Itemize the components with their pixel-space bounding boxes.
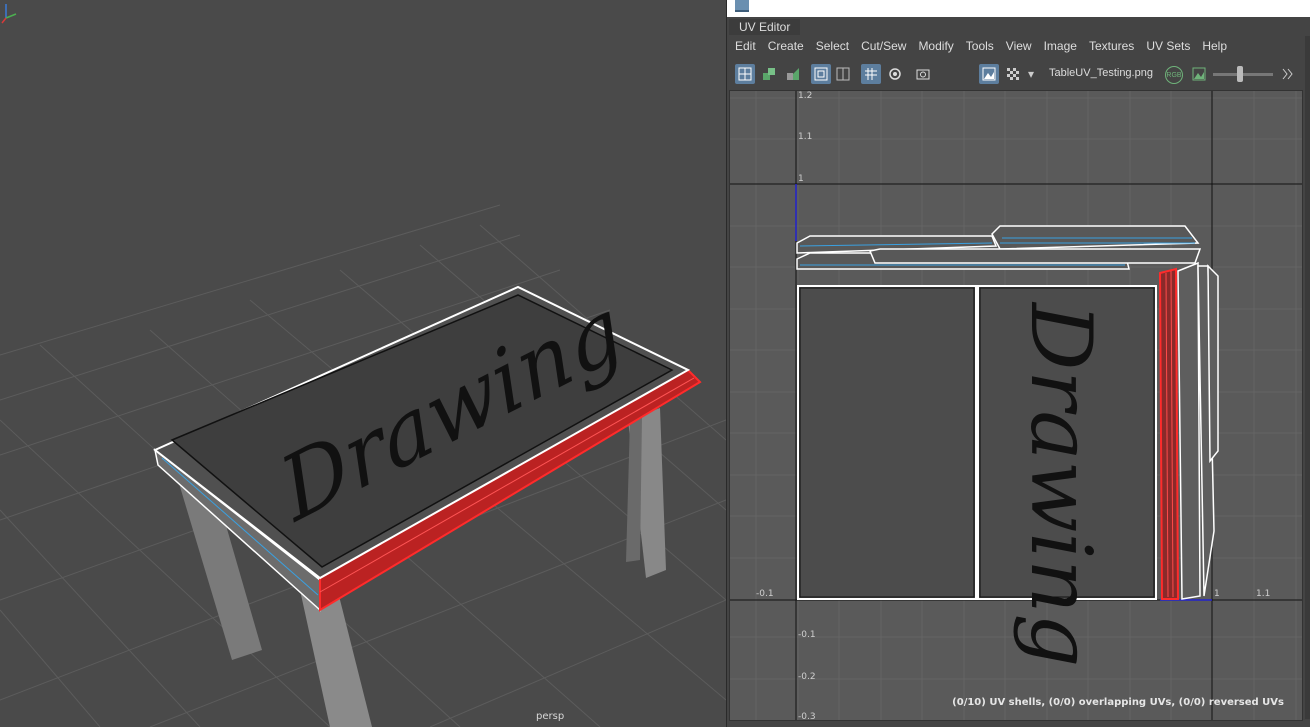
image-name-field[interactable]: TableUV_Testing.png: [1049, 67, 1153, 79]
menu-select[interactable]: Select: [810, 36, 855, 56]
uv-toolbar: ▾ TableUV_Testing.png RGB: [729, 58, 1301, 90]
panel-title[interactable]: UV Editor: [729, 19, 801, 35]
grid-display-icon[interactable]: [811, 64, 831, 84]
checker-icon[interactable]: [1003, 64, 1023, 84]
uv-shells-top: [796, 225, 1202, 270]
pivot-icon[interactable]: [885, 64, 905, 84]
uv-editor-window: UV Editor Edit Create Select Cut/Sew Modify T…: [726, 0, 1310, 727]
selected-uv-shell: [1158, 267, 1180, 600]
v-tick-neg-0-1: -0.1: [798, 630, 816, 640]
uv-texture-drawing-text: Drawing: [1012, 301, 1110, 667]
viewport-scene: Drawing: [0, 204, 726, 727]
frame-icon[interactable]: [833, 64, 853, 84]
menu-create[interactable]: Create: [762, 36, 810, 56]
menu-image[interactable]: Image: [1038, 36, 1083, 56]
axis-gizmo-icon: [1, 4, 17, 24]
v-tick-1-1: 1.1: [798, 132, 813, 142]
snapshot-icon[interactable]: [913, 64, 933, 84]
vertical-scrollbar[interactable]: [1305, 36, 1310, 719]
uv-shells-right: [1177, 261, 1219, 600]
shell-icon[interactable]: [759, 64, 779, 84]
next-icon[interactable]: [1277, 64, 1297, 84]
menu-view[interactable]: View: [1000, 36, 1038, 56]
image-display-icon[interactable]: [979, 64, 999, 84]
v-tick-neg-0-3: -0.3: [798, 712, 816, 721]
u-tick-1-1: 1.1: [1256, 589, 1271, 599]
uv-grid-icon[interactable]: [735, 64, 755, 84]
menu-tools[interactable]: Tools: [960, 36, 1000, 56]
uv-layout: Drawing: [730, 91, 1302, 720]
v-tick-1: 1: [798, 174, 804, 184]
menu-edit[interactable]: Edit: [729, 36, 762, 56]
camera-label: persp: [536, 711, 565, 722]
uv-status-line: (0/10) UV shells, (0/0) overlapping UVs,…: [952, 697, 1284, 708]
perspective-viewport[interactable]: Drawing persp: [0, 0, 726, 727]
menu-cut-sew[interactable]: Cut/Sew: [855, 36, 912, 56]
checker-grid-icon[interactable]: [861, 64, 881, 84]
zoom-slider-thumb[interactable]: [1237, 66, 1243, 82]
window-title-bar[interactable]: [727, 0, 1310, 17]
image-icon[interactable]: [1189, 64, 1209, 84]
uv-canvas[interactable]: Drawing 1.2 1.1 1 -0.1 -0.2 -0.3 -0.1 1 …: [729, 90, 1303, 721]
menu-help[interactable]: Help: [1196, 36, 1233, 56]
zoom-slider[interactable]: [1213, 73, 1273, 76]
stack-icon[interactable]: [783, 64, 803, 84]
v-tick-neg-0-2: -0.2: [798, 672, 816, 682]
u-tick-1: 1: [1214, 589, 1220, 599]
rgb-icon[interactable]: RGB: [1165, 66, 1183, 84]
app-icon: [735, 0, 749, 12]
menu-bar: Edit Create Select Cut/Sew Modify Tools View Im…: [729, 36, 1301, 56]
menu-modify[interactable]: Modify: [912, 36, 959, 56]
dropdown-arrow-icon[interactable]: ▾: [1025, 64, 1037, 84]
menu-uv-sets[interactable]: UV Sets: [1140, 36, 1196, 56]
v-tick-1-2: 1.2: [798, 91, 813, 101]
menu-textures[interactable]: Textures: [1083, 36, 1140, 56]
u-tick-neg-0-1: -0.1: [756, 589, 774, 599]
